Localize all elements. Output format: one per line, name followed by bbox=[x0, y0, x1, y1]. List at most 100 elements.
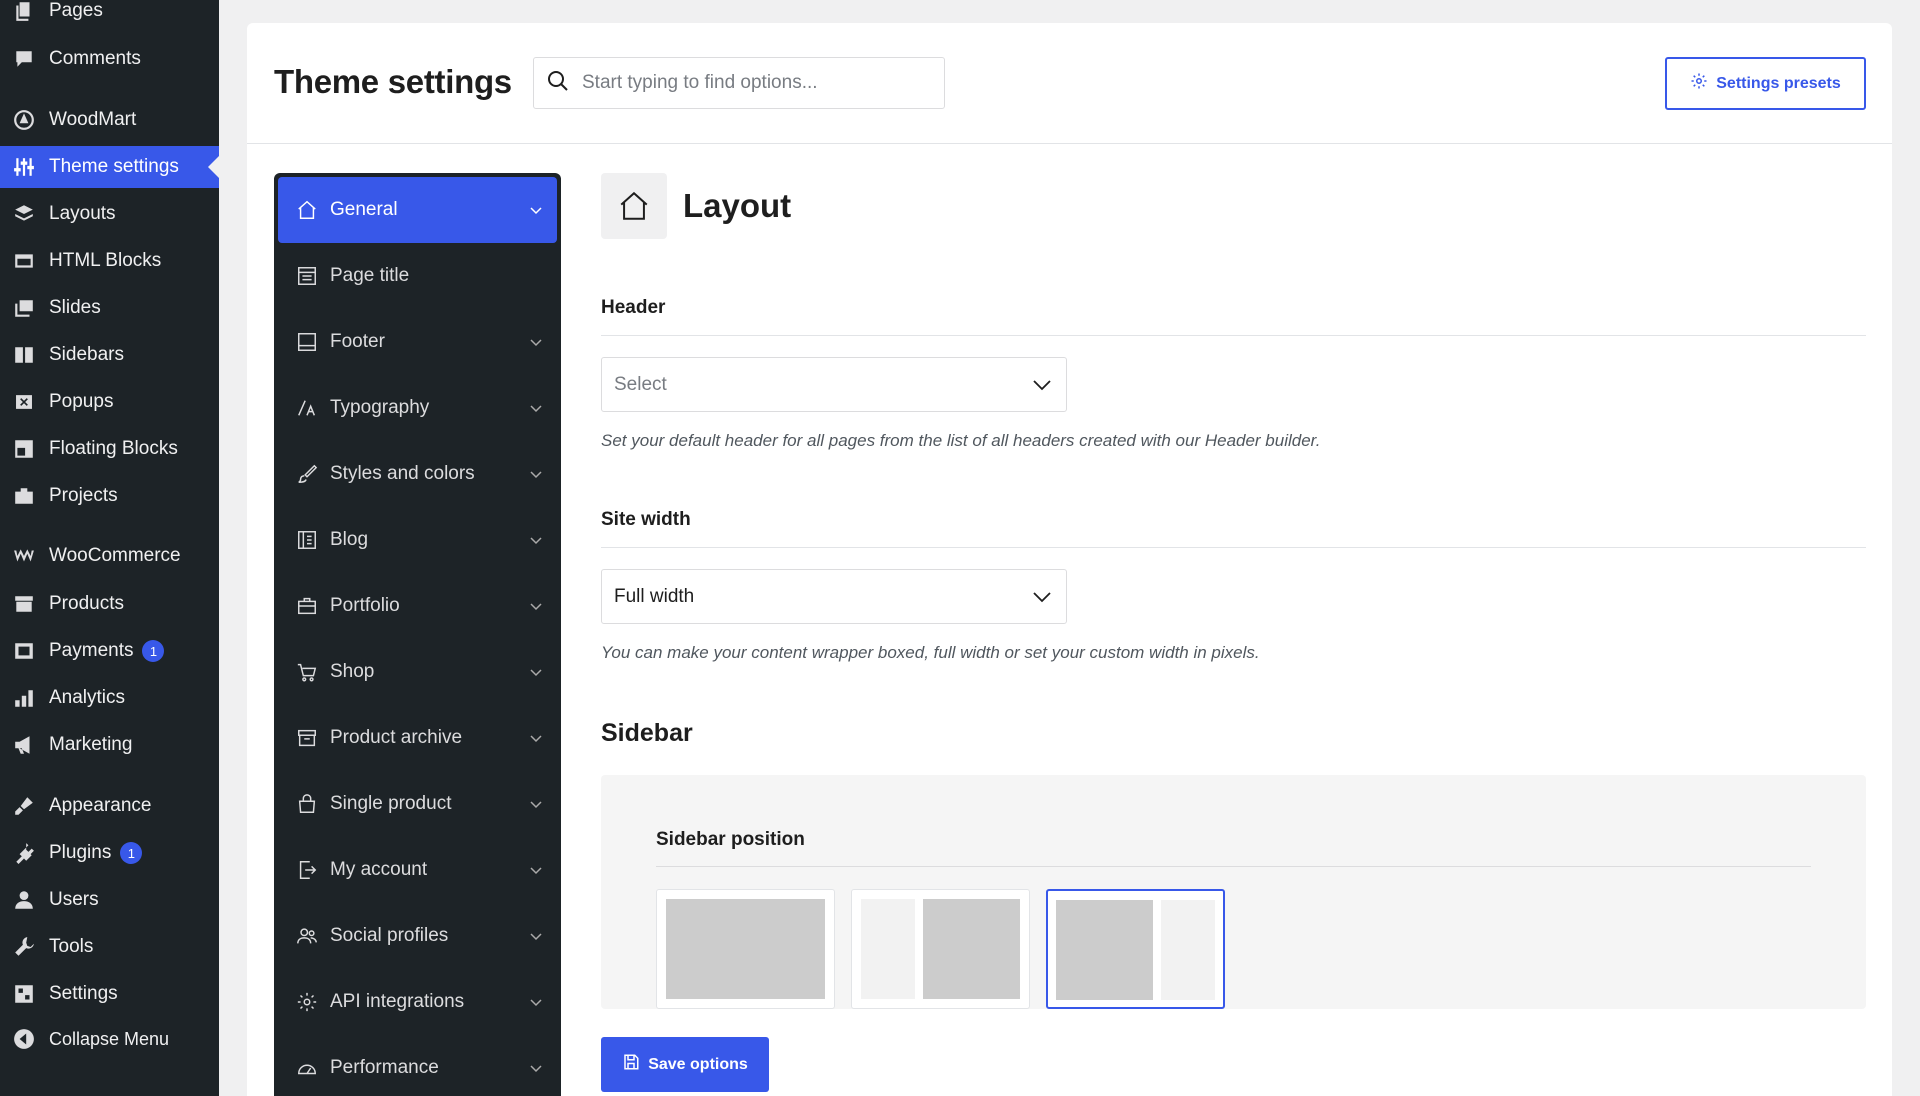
briefcase-icon bbox=[12, 484, 36, 508]
nav-item-portfolio[interactable]: Portfolio bbox=[278, 573, 557, 639]
site-width-select[interactable]: Full width bbox=[601, 569, 1067, 624]
nav-item-performance[interactable]: Performance bbox=[278, 1035, 557, 1096]
sidebar-position-none[interactable] bbox=[656, 889, 835, 1009]
section-title: Layout bbox=[683, 187, 792, 224]
menu-item-comments[interactable]: Comments bbox=[0, 38, 219, 80]
nav-item-social-profiles[interactable]: Social profiles bbox=[278, 903, 557, 969]
settings-header: Theme settings Settings presets bbox=[247, 23, 1892, 144]
menu-item-label: Pages bbox=[49, 0, 103, 21]
options-search[interactable] bbox=[533, 57, 945, 109]
menu-item-label: Payments bbox=[49, 640, 134, 661]
menu-item-label: WoodMart bbox=[49, 109, 137, 130]
admin-sidebar: Pages Comments WoodMart Theme settings L… bbox=[0, 0, 219, 1096]
menu-item-woodmart[interactable]: WoodMart bbox=[0, 99, 219, 141]
layers-icon bbox=[12, 202, 36, 226]
menu-item-tools[interactable]: Tools bbox=[0, 926, 219, 968]
chevron-down-icon bbox=[530, 537, 542, 545]
search-input[interactable] bbox=[582, 72, 922, 94]
menu-item-label: HTML Blocks bbox=[49, 250, 162, 271]
menu-item-appearance[interactable]: Appearance bbox=[0, 785, 219, 827]
archive-icon bbox=[12, 592, 36, 616]
menu-item-plugins[interactable]: Plugins 1 bbox=[0, 832, 219, 874]
chevron-down-icon bbox=[530, 933, 542, 941]
menu-item-label: Appearance bbox=[49, 795, 152, 816]
header-select[interactable]: Select bbox=[601, 357, 1067, 412]
menu-item-analytics[interactable]: Analytics bbox=[0, 677, 219, 719]
nav-item-label: Performance bbox=[330, 1057, 439, 1078]
collapse-icon bbox=[12, 1027, 36, 1051]
payments-icon bbox=[12, 639, 36, 663]
nav-item-typography[interactable]: Typography bbox=[278, 375, 557, 441]
nav-item-label: Portfolio bbox=[330, 595, 400, 616]
save-options-button[interactable]: Save options bbox=[601, 1037, 769, 1092]
nav-item-single-product[interactable]: Single product bbox=[278, 771, 557, 837]
nav-item-label: My account bbox=[330, 859, 428, 880]
menu-item-slides[interactable]: Slides bbox=[0, 287, 219, 329]
menu-item-label: Popups bbox=[49, 391, 114, 412]
menu-item-pages[interactable]: Pages bbox=[0, 0, 219, 32]
menu-item-products[interactable]: Products bbox=[0, 583, 219, 625]
nav-item-blog[interactable]: Blog bbox=[278, 507, 557, 573]
nav-item-my-account[interactable]: My account bbox=[278, 837, 557, 903]
nav-item-footer[interactable]: Footer bbox=[278, 309, 557, 375]
menu-item-label: Plugins bbox=[49, 842, 112, 863]
nav-item-shop[interactable]: Shop bbox=[278, 639, 557, 705]
menu-item-projects[interactable]: Projects bbox=[0, 475, 219, 517]
account-icon bbox=[296, 859, 318, 881]
nav-item-label: General bbox=[330, 199, 398, 220]
sidebar-position-left[interactable] bbox=[851, 889, 1030, 1009]
nav-item-product-archive[interactable]: Product archive bbox=[278, 705, 557, 771]
user-icon bbox=[12, 888, 36, 912]
woodmart-icon bbox=[12, 108, 36, 132]
menu-item-label: Slides bbox=[49, 297, 101, 318]
menu-item-label: Projects bbox=[49, 485, 118, 506]
nav-item-label: Footer bbox=[330, 331, 385, 352]
sidebar-position-label: Sidebar position bbox=[656, 829, 805, 850]
social-icon bbox=[296, 925, 318, 947]
menu-item-settings[interactable]: Settings bbox=[0, 973, 219, 1015]
page-title: Theme settings bbox=[274, 63, 512, 100]
menu-item-marketing[interactable]: Marketing bbox=[0, 724, 219, 766]
menu-item-payments[interactable]: Payments 1 bbox=[0, 630, 219, 672]
sliders-icon bbox=[12, 155, 36, 179]
menu-item-label: Analytics bbox=[49, 687, 126, 708]
floating-blocks-icon bbox=[12, 437, 36, 461]
select-value: Select bbox=[614, 373, 667, 395]
chevron-down-icon bbox=[530, 735, 542, 743]
chevron-down-icon bbox=[530, 801, 542, 809]
menu-item-layouts[interactable]: Layouts bbox=[0, 193, 219, 235]
menu-item-theme-settings[interactable]: Theme settings bbox=[0, 146, 219, 188]
blog-icon bbox=[296, 529, 318, 551]
gauge-icon bbox=[296, 1057, 318, 1079]
settings-icon bbox=[12, 982, 36, 1006]
popup-icon bbox=[12, 390, 36, 414]
menu-item-woocommerce[interactable]: WooCommerce bbox=[0, 535, 219, 577]
nav-item-styles-and-colors[interactable]: Styles and colors bbox=[278, 441, 557, 507]
menu-item-label: Comments bbox=[49, 48, 141, 69]
menu-item-label: Users bbox=[49, 889, 99, 910]
megaphone-icon bbox=[12, 733, 36, 757]
content-block bbox=[666, 899, 825, 999]
settings-presets-button[interactable]: Settings presets bbox=[1665, 57, 1866, 110]
menu-item-users[interactable]: Users bbox=[0, 879, 219, 921]
chevron-down-icon bbox=[1033, 380, 1051, 391]
chevron-down-icon bbox=[1033, 592, 1051, 603]
menu-item-label: Tools bbox=[49, 936, 94, 957]
sidebar-position-right[interactable] bbox=[1046, 889, 1225, 1009]
gear-icon bbox=[1690, 72, 1708, 95]
menu-item-label: Marketing bbox=[49, 734, 133, 755]
search-icon bbox=[546, 69, 570, 98]
menu-item-floating-blocks[interactable]: Floating Blocks bbox=[0, 428, 219, 470]
gear-icon bbox=[296, 991, 318, 1013]
menu-item-popups[interactable]: Popups bbox=[0, 381, 219, 423]
chevron-down-icon bbox=[530, 603, 542, 611]
save-icon bbox=[622, 1053, 640, 1076]
collapse-menu-button[interactable]: Collapse Menu bbox=[0, 1018, 219, 1060]
nav-item-api-integrations[interactable]: API integrations bbox=[278, 969, 557, 1035]
menu-item-sidebars[interactable]: Sidebars bbox=[0, 334, 219, 376]
nav-item-general[interactable]: General bbox=[278, 177, 557, 243]
portfolio-icon bbox=[296, 595, 318, 617]
nav-item-page-title[interactable]: Page title bbox=[278, 243, 557, 309]
menu-item-html-blocks[interactable]: HTML Blocks bbox=[0, 240, 219, 282]
menu-item-label: Layouts bbox=[49, 203, 116, 224]
